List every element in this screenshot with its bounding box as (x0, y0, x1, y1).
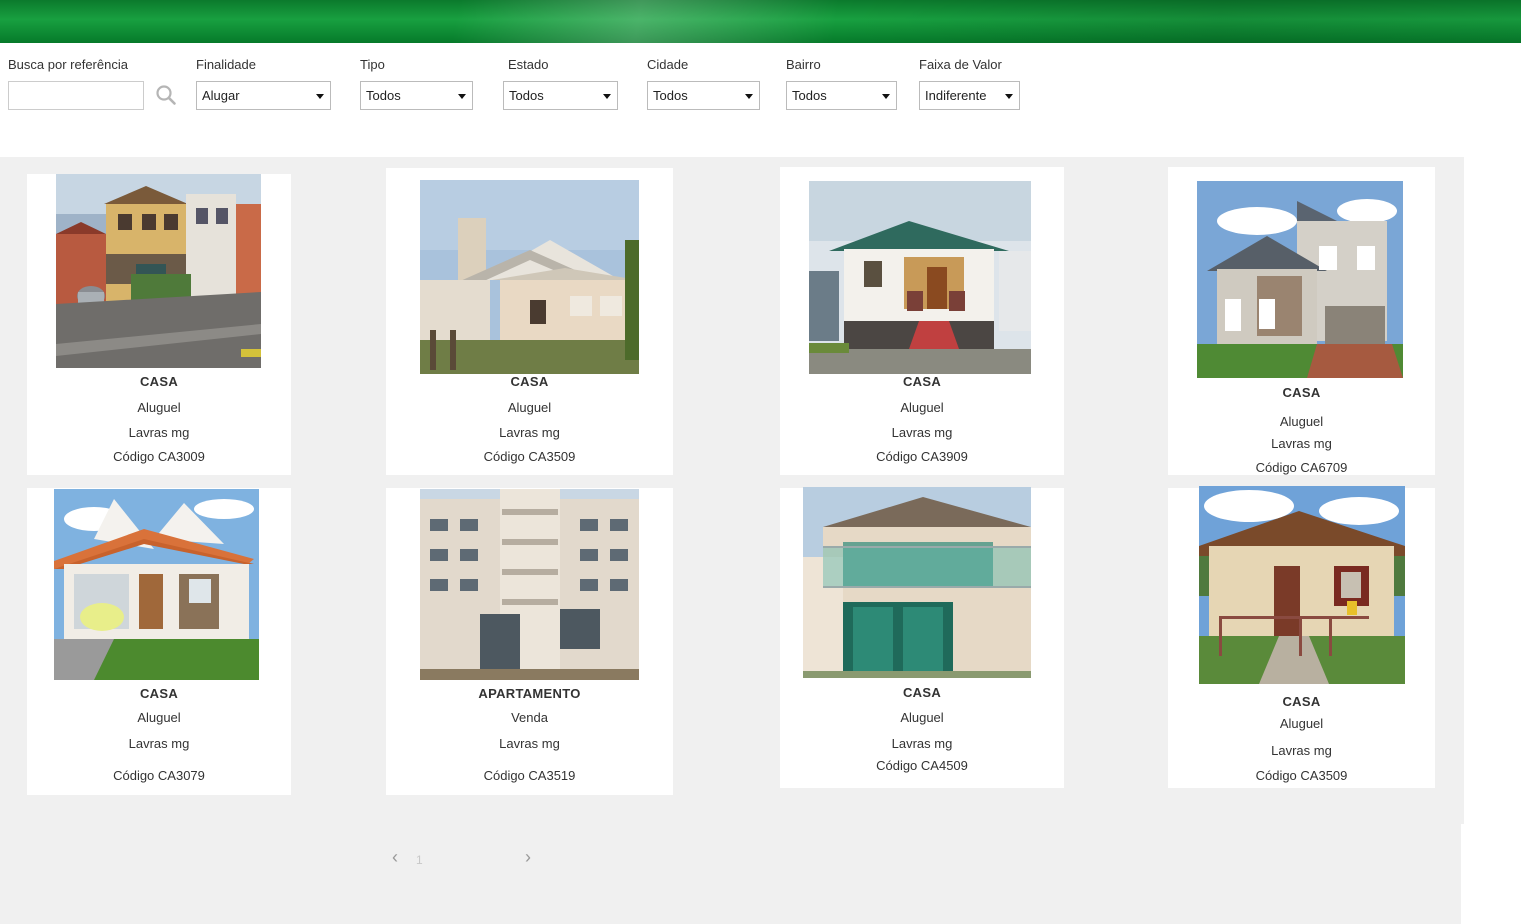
listing-city: Lavras mg (128, 425, 190, 440)
pagination-next-button[interactable]: › (525, 847, 531, 868)
listing-purpose: Venda (511, 710, 548, 725)
listing-card[interactable]: CASA Aluguel Lavras mg Código CA3009 (27, 174, 291, 475)
listing-city: Lavras mg (499, 425, 560, 440)
listing-purpose: Aluguel (137, 710, 181, 725)
reference-label: Busca por referência (8, 57, 128, 72)
listing-card[interactable]: CASA Aluguel Lavras mg Código CA3079 (27, 488, 291, 795)
filter-finalidade: Finalidade Alugar (196, 57, 331, 110)
property-photo[interactable] (1197, 181, 1403, 378)
valor-select[interactable]: Indiferente (919, 81, 1020, 110)
chevron-down-icon (1005, 94, 1013, 99)
listing-card[interactable]: CASA Aluguel Lavras mg Código CA3509 (386, 168, 673, 475)
finalidade-label: Finalidade (196, 57, 256, 72)
chevron-down-icon (882, 94, 890, 99)
chevron-down-icon (316, 94, 324, 99)
chevron-down-icon (603, 94, 611, 99)
pagination-prev-button[interactable]: ‹ (392, 847, 398, 868)
listing-type: CASA (902, 685, 942, 700)
listing-type: CASA (1282, 694, 1321, 709)
listing-purpose: Aluguel (507, 400, 552, 415)
listing-city: Lavras mg (1271, 743, 1332, 758)
tipo-value: Todos (366, 88, 401, 103)
filter-valor: Faixa de Valor Indiferente (919, 57, 1020, 110)
listing-city: Lavras mg (891, 736, 953, 751)
listing-card[interactable]: CASA Aluguel Lavras mg Código CA3509 (1168, 486, 1435, 788)
property-photo[interactable] (54, 489, 259, 680)
listing-code: Código CA3009 (113, 449, 205, 464)
listing-card[interactable]: APARTAMENTO Venda Lavras mg Código CA351… (386, 488, 673, 795)
listing-purpose: Aluguel (900, 400, 944, 415)
listing-code: Código CA3509 (483, 449, 576, 464)
filter-estado: Estado Todos (503, 57, 618, 110)
valor-label: Faixa de Valor (919, 57, 1002, 72)
listing-purpose: Aluguel (137, 400, 181, 415)
bairro-select[interactable]: Todos (786, 81, 897, 110)
finalidade-select[interactable]: Alugar (196, 81, 331, 110)
property-photo[interactable] (420, 180, 639, 374)
listing-city: Lavras mg (499, 736, 560, 751)
listing-code: Código CA4509 (876, 758, 968, 773)
cidade-select[interactable]: Todos (647, 81, 760, 110)
listing-type: CASA (510, 374, 549, 389)
listing-card[interactable]: CASA Aluguel Lavras mg Código CA6709 (1168, 167, 1435, 475)
listing-type: APARTAMENTO (478, 686, 581, 701)
listing-code: Código CA3519 (483, 768, 576, 783)
tipo-label: Tipo (360, 57, 385, 72)
cidade-label: Cidade (647, 57, 689, 72)
listing-card[interactable]: CASA Aluguel Lavras mg Código CA3909 (780, 167, 1064, 475)
filter-tipo: Tipo Todos (360, 57, 473, 110)
bairro-value: Todos (792, 88, 827, 103)
banner-shine (0, 0, 1521, 43)
reference-search-input[interactable] (8, 81, 144, 110)
filter-cidade: Cidade Todos (647, 57, 760, 110)
header-banner (0, 0, 1521, 43)
estado-label: Estado (508, 57, 549, 72)
listing-city: Lavras mg (891, 425, 953, 440)
listing-city: Lavras mg (1271, 436, 1332, 451)
valor-value: Indiferente (925, 88, 987, 103)
listing-code: Código CA6709 (1255, 460, 1348, 475)
pagination-page-1[interactable]: 1 (416, 853, 423, 867)
finalidade-value: Alugar (202, 88, 240, 103)
listing-city: Lavras mg (128, 736, 190, 751)
filter-bairro: Bairro Todos (786, 57, 897, 110)
property-photo[interactable] (809, 181, 1031, 374)
cidade-value: Todos (653, 88, 688, 103)
listing-type: CASA (902, 374, 942, 389)
estado-select[interactable]: Todos (503, 81, 618, 110)
results-footer (0, 824, 1461, 924)
estado-value: Todos (509, 88, 544, 103)
listing-code: Código CA3509 (1255, 768, 1348, 783)
chevron-down-icon (458, 94, 466, 99)
listing-purpose: Aluguel (1279, 716, 1324, 731)
listing-card[interactable]: CASA Aluguel Lavras mg Código CA4509 (780, 487, 1064, 788)
chevron-down-icon (745, 94, 753, 99)
bairro-label: Bairro (786, 57, 821, 72)
listing-purpose: Aluguel (900, 710, 944, 725)
property-photo[interactable] (1199, 486, 1405, 684)
listing-code: Código CA3909 (876, 449, 968, 464)
listing-code: Código CA3079 (113, 768, 205, 783)
filter-reference: Busca por referência (8, 57, 144, 110)
listing-type: CASA (139, 374, 179, 389)
property-photo[interactable] (420, 489, 639, 680)
listing-purpose: Aluguel (1279, 414, 1324, 429)
listing-type: CASA (1282, 385, 1321, 400)
listing-type: CASA (139, 686, 179, 701)
search-icon[interactable] (155, 84, 177, 106)
property-photo[interactable] (803, 487, 1031, 678)
property-photo[interactable] (56, 174, 261, 368)
tipo-select[interactable]: Todos (360, 81, 473, 110)
